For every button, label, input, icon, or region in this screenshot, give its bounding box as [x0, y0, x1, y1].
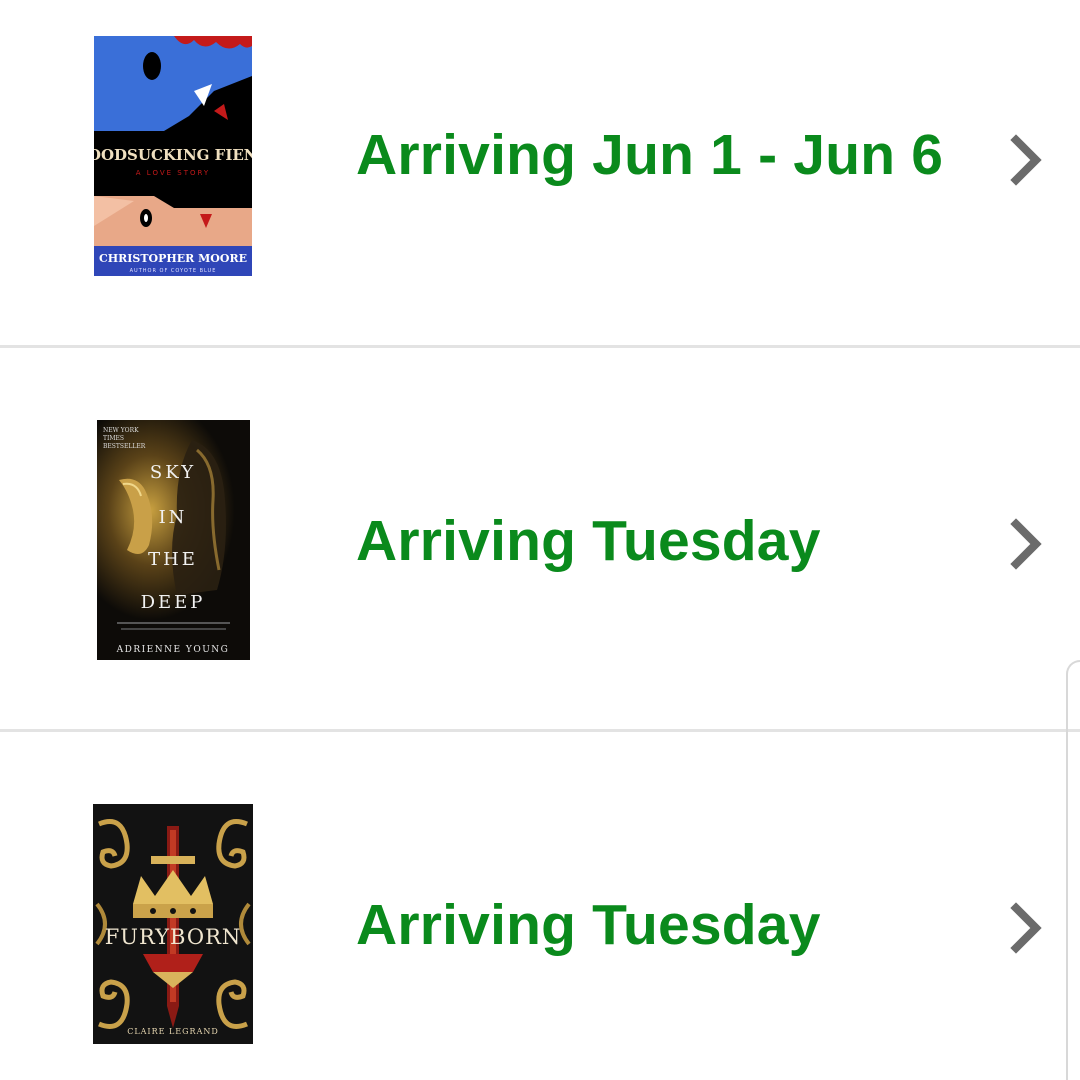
cover-author-text: CHRISTOPHER MOORE [99, 252, 247, 265]
cover-author-text: ADRIENNE YOUNG [116, 645, 230, 655]
delivery-status: Arriving Tuesday [356, 893, 821, 957]
cover-title-text: BLOODSUCKING FIENDS [94, 146, 252, 164]
book-cover-bloodsucking-fiends[interactable]: BLOODSUCKING FIENDS A LOVE STORY CHRISTO… [94, 36, 252, 276]
chevron-right-icon[interactable] [1004, 132, 1048, 188]
cover-title-text: FURYBORN [105, 925, 242, 949]
cover-badge-line: BESTSELLER [103, 443, 146, 450]
cover-badge-line: TIMES [103, 435, 124, 442]
cover-title-line: THE [148, 549, 198, 570]
cover-badge-line: NEW YORK [103, 427, 139, 434]
cover-title-line: DEEP [141, 592, 206, 613]
cover-title-line: IN [159, 507, 188, 528]
cover-tagline-text: AUTHOR OF COYOTE BLUE [130, 268, 217, 274]
overlay-panel-edge [1066, 660, 1080, 1080]
book-cover-sky-in-the-deep[interactable]: NEW YORK TIMES BESTSELLER SKY IN THE DEE… [97, 420, 250, 660]
order-row-bloodsucking-fiends[interactable]: BLOODSUCKING FIENDS A LOVE STORY CHRISTO… [0, 0, 1080, 345]
chevron-right-icon[interactable] [1004, 516, 1048, 572]
delivery-status: Arriving Jun 1 - Jun 6 [356, 123, 944, 187]
book-cover-furyborn[interactable]: FURYBORN CLAIRE LEGRAND [93, 804, 253, 1044]
delivery-status: Arriving Tuesday [356, 509, 821, 573]
order-list: BLOODSUCKING FIENDS A LOVE STORY CHRISTO… [0, 0, 1080, 1080]
cover-author-text: CLAIRE LEGRAND [127, 1027, 219, 1036]
order-row-furyborn[interactable]: FURYBORN CLAIRE LEGRAND Arriving Tuesday [0, 732, 1080, 1080]
order-row-sky-in-the-deep[interactable]: NEW YORK TIMES BESTSELLER SKY IN THE DEE… [0, 348, 1080, 693]
cover-title-line: SKY [150, 462, 196, 483]
chevron-right-icon[interactable] [1004, 900, 1048, 956]
cover-subtitle-text: A LOVE STORY [136, 169, 210, 177]
